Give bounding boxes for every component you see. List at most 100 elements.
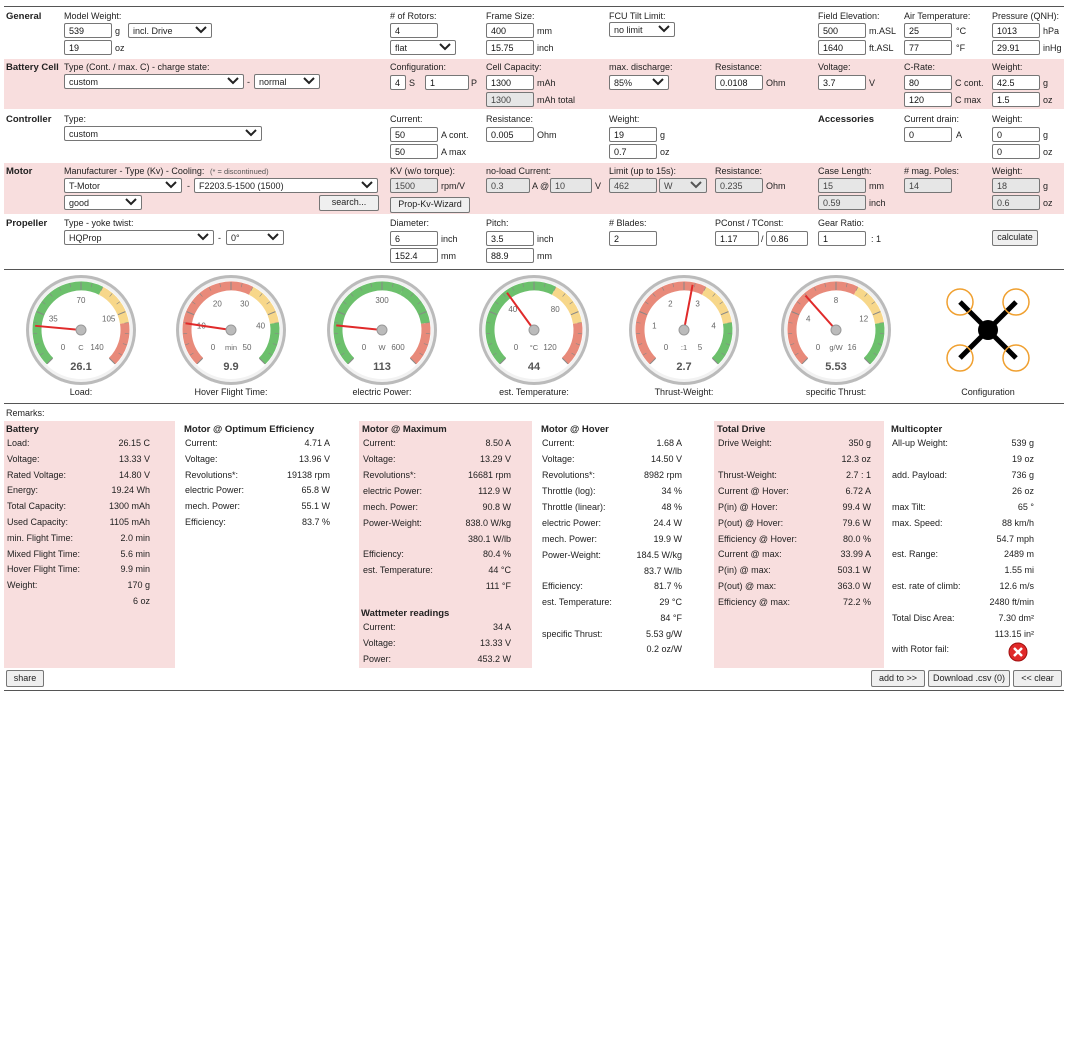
air-temp-f-input[interactable]: 77 — [904, 40, 952, 55]
clear-button[interactable]: << clear — [1013, 670, 1062, 687]
result-value: 184.5 W/kg — [636, 550, 682, 560]
frame-inch-input[interactable]: 15.75 — [486, 40, 534, 55]
results-multi-title: Multicopter — [891, 424, 943, 435]
drive-select-value: incl. Drive — [133, 26, 173, 36]
controller-weight-g-unit: g — [660, 130, 666, 140]
battery-resistance-input[interactable]: 0.0108 — [715, 75, 763, 90]
motor-manufacturer-select[interactable]: T-Motor — [64, 178, 182, 193]
model-weight-g-input[interactable]: 539 — [64, 23, 112, 38]
gauge-tick-label: 4 — [711, 321, 716, 330]
chevron-down-icon — [690, 181, 702, 189]
current-max-input[interactable]: 50 — [390, 144, 438, 159]
motor-resistance-label: Resistance: — [715, 166, 763, 176]
air-temp-c-unit: °C — [956, 26, 967, 36]
accessories-weight-oz-input[interactable]: 0 — [992, 144, 1040, 159]
parallel-input[interactable]: 1 — [425, 75, 469, 90]
share-button[interactable]: share — [6, 670, 44, 687]
rotor-layout-value: flat — [395, 43, 408, 53]
charge-state-select[interactable]: normal — [254, 74, 320, 89]
c-cont-input[interactable]: 80 — [904, 75, 952, 90]
gauge-min-label: 0 — [816, 343, 821, 352]
max-discharge-value: 85% — [614, 78, 633, 88]
result-value: 14.50 V — [650, 454, 682, 464]
series-input[interactable]: 4 — [390, 75, 406, 90]
result-value: 111 °F — [485, 581, 511, 591]
elevation-m-input[interactable]: 500 — [818, 23, 866, 38]
rotors-input[interactable]: 4 — [390, 23, 438, 38]
gear-ratio-input[interactable]: 1 — [818, 231, 866, 246]
air-temp-c-input[interactable]: 25 — [904, 23, 952, 38]
blades-input[interactable]: 2 — [609, 231, 657, 246]
result-label: Voltage: — [363, 454, 396, 464]
case-length-inch-unit: inch — [869, 198, 886, 208]
c-cont-unit: C cont. — [955, 78, 984, 88]
result-value: 8.50 A — [485, 438, 511, 448]
fcu-tilt-select[interactable]: no limit — [609, 22, 675, 37]
c-max-input[interactable]: 120 — [904, 92, 952, 107]
cooling-select[interactable]: good — [64, 195, 142, 210]
pressure-hpa-input[interactable]: 1013 — [992, 23, 1040, 38]
gauge-dial: 4 8 12 0 16 g/W 5.53 — [781, 275, 891, 385]
cell-voltage-input[interactable]: 3.7 — [818, 75, 866, 90]
controller-weight-oz-input[interactable]: 0.7 — [609, 144, 657, 159]
result-value: 72.2 % — [842, 597, 871, 607]
pressure-inhg-input[interactable]: 29.91 — [992, 40, 1040, 55]
battery-weight-g-input[interactable]: 42.5 — [992, 75, 1040, 90]
diameter-mm-input[interactable]: 152.4 — [390, 248, 438, 263]
gauge-caption: est. Temperature: — [499, 387, 569, 397]
elevation-ft-input[interactable]: 1640 — [818, 40, 866, 55]
results-opt-title: Motor @ Optimum Efficiency — [184, 424, 315, 435]
result-value: 2.0 min — [120, 532, 150, 543]
max-discharge-select[interactable]: 85% — [609, 75, 669, 90]
yoke-twist-select[interactable]: 0° — [226, 230, 284, 245]
gauge-unit: C — [78, 343, 84, 352]
gauge-4: 40 80 0 120 °C 44 — [478, 274, 590, 386]
chevron-down-icon — [165, 181, 177, 189]
frame-mm-input[interactable]: 400 — [486, 23, 534, 38]
cell-capacity-input[interactable]: 1300 — [486, 75, 534, 90]
current-drain-input[interactable]: 0 — [904, 127, 952, 142]
result-value: 12.6 m/s — [999, 581, 1034, 591]
results-battery-title: Battery — [6, 424, 39, 435]
gauge-max-label: 140 — [90, 343, 104, 352]
controller-weight-g-input[interactable]: 19 — [609, 127, 657, 142]
model-weight-oz-input[interactable]: 19 — [64, 40, 112, 55]
result-value: 4.71 A — [304, 438, 330, 448]
calculate-button[interactable]: calculate — [992, 230, 1038, 246]
motor-model-select[interactable]: F2203.5-1500 (1500) — [194, 178, 378, 193]
pconst-input[interactable]: 1.17 — [715, 231, 759, 246]
battery-weight-oz-input[interactable]: 1.5 — [992, 92, 1040, 107]
gauge-caption: Thrust-Weight: — [654, 387, 714, 397]
pitch-inch-input[interactable]: 3.5 — [486, 231, 534, 246]
result-value: 48 % — [661, 502, 682, 512]
result-value: 380.1 W/lb — [467, 534, 511, 544]
battery-type-select[interactable]: custom — [64, 74, 244, 89]
motor-model-value: F2203.5-1500 (1500) — [199, 181, 284, 191]
fcu-tilt-label: FCU Tilt Limit: — [609, 11, 666, 21]
controller-type-select[interactable]: custom — [64, 126, 262, 141]
controller-resistance-input[interactable]: 0.005 — [486, 127, 534, 142]
result-label: Voltage: — [542, 454, 575, 464]
gauge-hub — [225, 324, 237, 336]
chevron-down-icon — [658, 25, 670, 33]
tconst-input[interactable]: 0.86 — [766, 231, 808, 246]
motor-search-button[interactable]: search... — [319, 195, 379, 211]
rotor-layout-select[interactable]: flat — [390, 40, 456, 55]
yoke-twist-value: 0° — [231, 233, 240, 243]
gauge-max-label: 600 — [391, 343, 405, 352]
kv-label: KV (w/o torque): — [390, 166, 456, 176]
gauge-min-label: 0 — [211, 343, 216, 352]
prop-kv-wizard-button[interactable]: Prop-Kv-Wizard — [390, 197, 470, 213]
current-cont-input[interactable]: 50 — [390, 127, 438, 142]
accessories-weight-g-input[interactable]: 0 — [992, 127, 1040, 142]
pitch-mm-input[interactable]: 88.9 — [486, 248, 534, 263]
result-value: 1.68 A — [656, 438, 682, 448]
result-value: 29 °C — [659, 597, 682, 607]
download-csv-button[interactable]: Download .csv (0) — [928, 670, 1010, 687]
diameter-inch-input[interactable]: 6 — [390, 231, 438, 246]
result-value: 6 oz — [132, 596, 150, 606]
drive-select[interactable]: incl. Drive — [128, 23, 212, 38]
limit-unit-select[interactable]: W — [659, 178, 707, 193]
propeller-type-select[interactable]: HQProp — [64, 230, 214, 245]
add-to-button[interactable]: add to >> — [871, 670, 925, 687]
